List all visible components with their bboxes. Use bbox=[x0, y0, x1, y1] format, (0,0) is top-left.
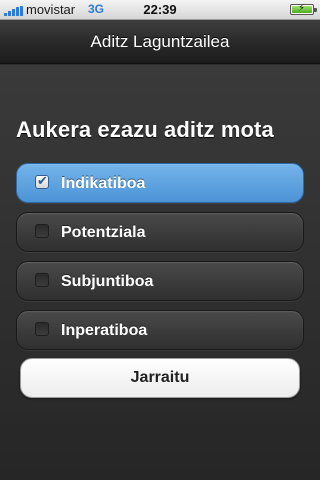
status-time: 22:39 bbox=[143, 2, 177, 17]
option-inperatiboa[interactable]: Inperatiboa bbox=[16, 310, 304, 350]
checkbox[interactable] bbox=[35, 322, 49, 336]
option-label: Indikatiboa bbox=[61, 175, 146, 192]
main-content: Aukera ezazu aditz mota ✔ Indikatiboa Po… bbox=[0, 65, 320, 480]
option-label: Potentziala bbox=[61, 224, 146, 241]
navigation-bar: Aditz Laguntzailea bbox=[0, 20, 320, 64]
option-subjuntiboa[interactable]: Subjuntiboa bbox=[16, 261, 304, 301]
checkbox[interactable]: ✔ bbox=[35, 173, 49, 189]
option-label: Inperatiboa bbox=[61, 322, 148, 339]
checkbox[interactable] bbox=[35, 224, 49, 238]
check-icon: ✔ bbox=[37, 173, 48, 188]
option-potentziala[interactable]: Potentziala bbox=[16, 212, 304, 252]
section-heading: Aukera ezazu aditz mota bbox=[16, 117, 274, 142]
page-title: Aditz Laguntzailea bbox=[90, 32, 230, 51]
checkbox[interactable] bbox=[35, 273, 49, 287]
option-label: Subjuntiboa bbox=[61, 273, 154, 290]
battery-charging-icon: ⚡ bbox=[290, 3, 317, 15]
option-indikatiboa[interactable]: ✔ Indikatiboa bbox=[16, 163, 304, 203]
continue-button[interactable]: Jarraitu bbox=[20, 358, 300, 398]
status-bar: movistar 3G 22:39 ⚡ bbox=[0, 0, 320, 20]
